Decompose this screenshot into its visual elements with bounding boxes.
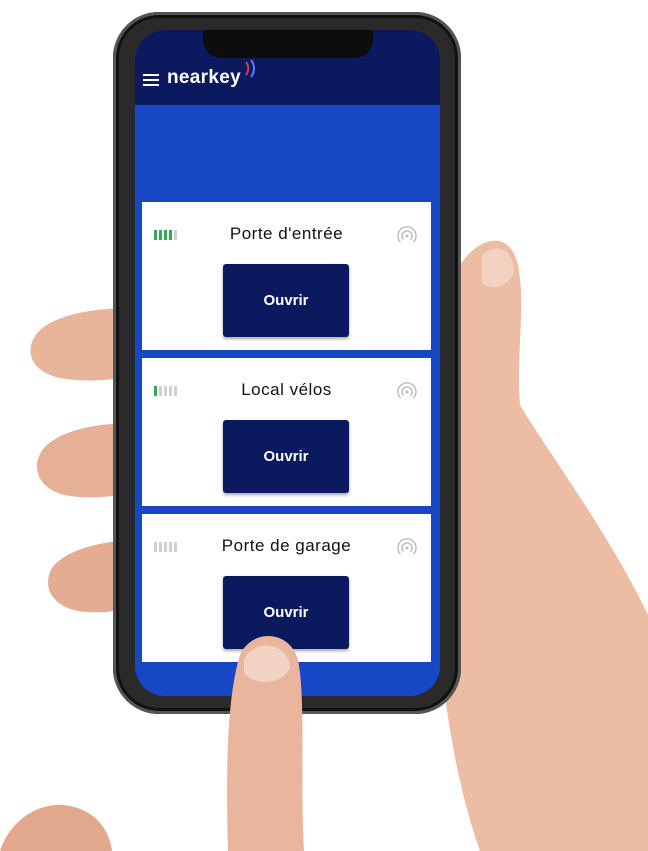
door-name: Porte de garage (221, 536, 352, 555)
door-name: Local vélos (241, 380, 332, 399)
brand-logo-text: nearkey (167, 67, 241, 88)
nfc-signal-icon (397, 226, 417, 243)
door-card: Porte d'entrée Ouvrir (142, 202, 431, 350)
hamburger-menu-icon[interactable] (143, 74, 159, 88)
app-screen: nearkey Porte d'entrée Ouvrir Local vélo… (135, 30, 440, 696)
photo-stage: nearkey Porte d'entrée Ouvrir Local vélo… (0, 0, 648, 851)
nearkey-waves-icon (245, 59, 255, 78)
phone-notch (203, 30, 373, 58)
open-door-button[interactable]: Ouvrir (223, 576, 349, 649)
door-name: Porte d'entrée (229, 224, 344, 243)
door-card: Porte de garage Ouvrir (142, 514, 431, 662)
nfc-signal-icon (397, 538, 417, 555)
open-door-button[interactable]: Ouvrir (223, 264, 349, 337)
open-door-button[interactable]: Ouvrir (223, 420, 349, 493)
door-card: Local vélos Ouvrir (142, 358, 431, 506)
nfc-signal-icon (397, 382, 417, 399)
